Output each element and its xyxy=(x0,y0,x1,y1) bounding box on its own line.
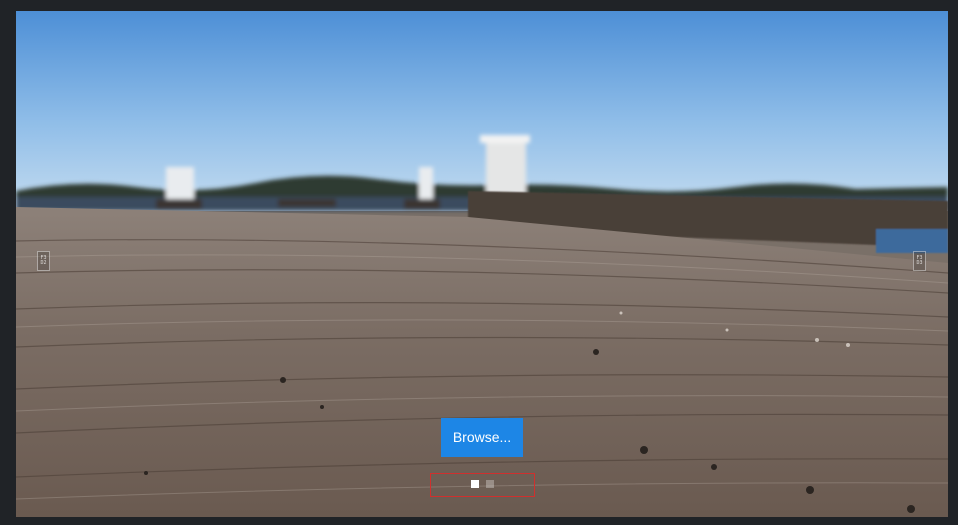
next-arrow-glyph: F3 D3 xyxy=(916,255,923,266)
slide-indicator xyxy=(430,473,535,497)
previous-arrow-icon[interactable]: F3 D2 xyxy=(37,251,50,271)
slide-dot-2[interactable] xyxy=(486,480,494,488)
slide-dot-1[interactable] xyxy=(471,480,479,488)
browse-button[interactable]: Browse... xyxy=(441,418,523,457)
previous-arrow-glyph: F3 D2 xyxy=(40,255,47,266)
next-arrow-icon[interactable]: F3 D3 xyxy=(913,251,926,271)
image-viewer: F3 D2 F3 D3 Browse... xyxy=(16,11,948,517)
